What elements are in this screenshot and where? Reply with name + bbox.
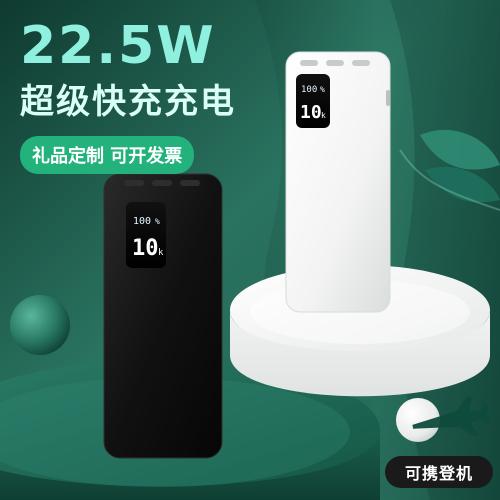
white-lcd-capacity: 10: [300, 102, 322, 123]
product-banner: 100 % 10 k 100 % 10 k 22.5W 超级快充充电 礼品定制 …: [0, 0, 500, 500]
fast-charge-subtitle: 超级快充充电: [20, 82, 236, 122]
gift-invoice-badge: 礼品定制 可开发票: [20, 136, 195, 174]
black-lcd-capacity: 10: [132, 236, 159, 261]
black-lcd-percent: 100: [133, 216, 151, 227]
black-power-bank: 100 % 10 k: [103, 173, 223, 459]
green-sphere: [10, 295, 70, 355]
black-lcd-percent-suffix: %: [155, 217, 160, 226]
headline-block: 22.5W 超级快充充电 礼品定制 可开发票: [20, 18, 236, 174]
carry-on-badge: 可携登机: [385, 456, 493, 488]
black-lcd-capacity-suffix: k: [158, 248, 164, 258]
power-rating: 22.5W: [20, 16, 216, 76]
white-lcd-percent: 100: [301, 85, 317, 95]
white-lcd-percent-suffix: %: [320, 85, 325, 94]
white-lcd-capacity-suffix: k: [321, 111, 326, 120]
white-power-bank: 100 % 10 k: [285, 51, 391, 313]
